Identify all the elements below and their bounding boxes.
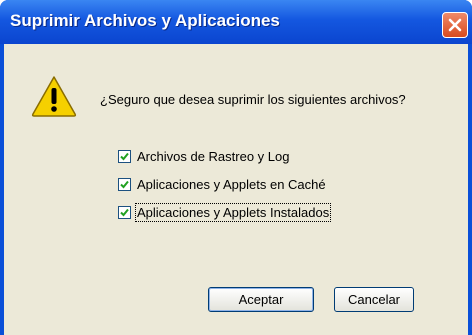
option-label: Aplicaciones y Applets en Caché bbox=[137, 177, 326, 192]
cached-apps-checkbox[interactable] bbox=[118, 178, 131, 191]
installed-apps-checkbox[interactable] bbox=[118, 206, 131, 219]
title-bar[interactable]: Suprimir Archivos y Aplicaciones bbox=[0, 0, 472, 44]
checkmark-icon bbox=[120, 180, 129, 189]
accept-button[interactable]: Aceptar bbox=[208, 287, 314, 312]
cancel-button[interactable]: Cancelar bbox=[334, 287, 414, 312]
option-label: Archivos de Rastreo y Log bbox=[137, 149, 290, 164]
close-icon bbox=[448, 18, 462, 32]
checkmark-icon bbox=[120, 208, 129, 217]
warning-icon bbox=[31, 76, 77, 117]
dialog-window: Suprimir Archivos y Aplicaciones ¿Seguro… bbox=[0, 0, 472, 335]
window-title: Suprimir Archivos y Aplicaciones bbox=[10, 11, 280, 30]
checkmark-icon bbox=[120, 152, 129, 161]
trace-log-checkbox[interactable] bbox=[118, 150, 131, 163]
dialog-body: ¿Seguro que desea suprimir los siguiente… bbox=[4, 44, 468, 335]
confirmation-message: ¿Seguro que desea suprimir los siguiente… bbox=[100, 92, 406, 107]
option-label: Aplicaciones y Applets Instalados bbox=[134, 203, 332, 222]
close-button[interactable] bbox=[442, 12, 468, 38]
